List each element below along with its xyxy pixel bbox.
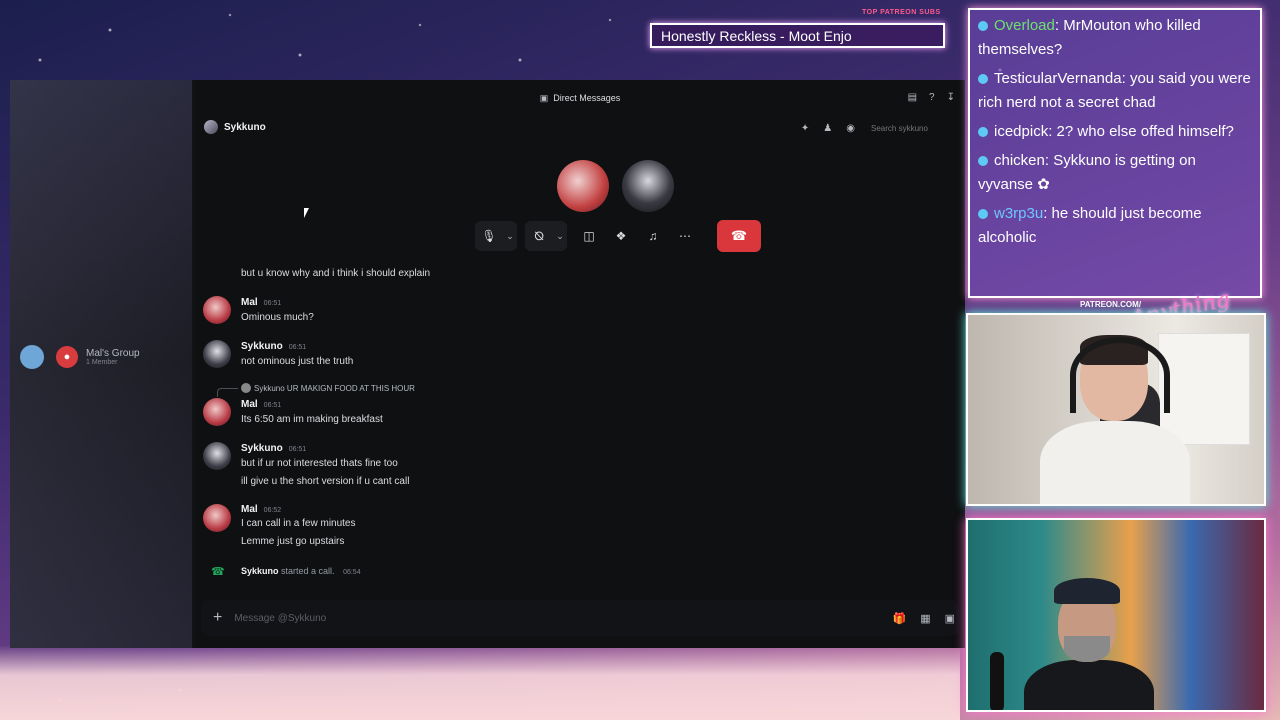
soundboard-icon[interactable]: ♫	[639, 221, 667, 251]
top-patreon-marquee: Honestly Reckless - Moot Enjo	[650, 23, 945, 48]
message-timestamp: 06:52	[263, 507, 282, 514]
call-participant-mal-avatar[interactable]	[557, 160, 609, 212]
sidebar-blurred: ● Mal's Group 1 Member	[10, 80, 192, 648]
avatar	[204, 120, 218, 134]
voice-call-panel: 🎙 ⌄ ⦰ ⌄ ◫ ❖ ♫ ⋯ ☎	[195, 138, 965, 268]
patreon-label: TOP PATREON SUBS	[862, 9, 941, 16]
message-text: Ominous much?	[241, 312, 314, 323]
headphones-icon	[1070, 337, 1170, 413]
avatar[interactable]	[203, 296, 231, 324]
help-icon[interactable]: ?	[929, 92, 935, 103]
hangup-button[interactable]: ☎	[717, 220, 761, 252]
message-text: Its 6:50 am im making breakfast	[241, 414, 383, 425]
search-input[interactable]	[869, 119, 943, 137]
chat-username: w3rp3u	[994, 205, 1044, 222]
chat-badge-icon	[978, 209, 988, 219]
message-author[interactable]: Mal 06:52	[241, 504, 281, 515]
avatar	[241, 383, 251, 393]
chat-badge-icon	[978, 21, 988, 31]
channel-header: Sykkuno ✦ ♟ ◉	[195, 116, 965, 138]
message-text: not ominous just the truth	[241, 356, 354, 367]
window-titlebar: ▣ Direct Messages ▤ ? ↧	[195, 80, 965, 116]
chat-username: TesticularVernanda	[994, 70, 1122, 87]
guest-person	[990, 572, 1154, 710]
message-timestamp: 06:51	[263, 300, 282, 307]
gif-icon[interactable]: ▦	[920, 612, 930, 625]
background-dresser	[1158, 333, 1250, 445]
group-avatar-icon: ●	[56, 346, 78, 368]
activities-icon[interactable]: ❖	[607, 221, 635, 251]
streamer-person	[1040, 335, 1190, 504]
message-composer: + 🎁 ▦ ▣	[201, 600, 959, 636]
profile-icon[interactable]: ◉	[846, 123, 855, 134]
webcam-top	[966, 313, 1266, 506]
group-member-count: 1 Member	[86, 359, 118, 366]
message-author[interactable]: Sykkuno 06:51	[241, 341, 306, 352]
chat-message: Overload: MrMouton who killed themselves…	[978, 17, 1201, 58]
chat-message: TesticularVernanda: you said you were ri…	[978, 70, 1251, 111]
dm-main-panel: ▣ Direct Messages ▤ ? ↧ Sykkuno ✦ ♟ ◉ Se…	[195, 80, 965, 648]
message-list: but u know why and i think i should expl…	[195, 266, 965, 586]
chat-badge-icon	[978, 127, 988, 137]
message-text: ill give u the short version if u cant c…	[241, 476, 410, 487]
message-text: I can call in a few minutes	[241, 518, 356, 529]
message-text: but u know why and i think i should expl…	[241, 268, 431, 279]
chat-username: chicken	[994, 152, 1045, 169]
message-timestamp: 06:51	[288, 344, 307, 351]
chat-message: icedpick: 2? who else offed himself?	[970, 120, 1260, 144]
message-author[interactable]: Mal 06:51	[241, 399, 281, 410]
gift-icon[interactable]: 🎁	[892, 612, 906, 625]
server-avatar	[20, 345, 44, 369]
background-decoration	[0, 645, 960, 720]
group-name: Mal's Group	[86, 348, 140, 359]
inbox-icon[interactable]: ▤	[908, 92, 917, 103]
chat-badge-icon	[978, 156, 988, 166]
sidebar-item-mals-group[interactable]: ● Mal's Group 1 Member	[10, 342, 186, 372]
message-author[interactable]: Mal 06:51	[241, 297, 281, 308]
chat-message: chicken: Sykkuno is getting on vyvanse ✿	[978, 152, 1196, 193]
screen-share-icon[interactable]: ◫	[575, 221, 603, 251]
reply-preview[interactable]: Sykkuno UR MAKIGN FOOD AT THIS HOUR	[241, 383, 415, 393]
emote-icon: ✿	[1037, 176, 1050, 193]
chevron-down-icon[interactable]: ⌄	[503, 221, 517, 251]
hangup-icon: ☎	[730, 228, 748, 243]
sticker-icon[interactable]: ▣	[945, 612, 955, 625]
mic-icon[interactable]: 🎙	[475, 221, 503, 251]
download-icon[interactable]: ↧	[947, 92, 955, 103]
chat-username: icedpick	[994, 123, 1049, 140]
avatar[interactable]	[203, 398, 231, 426]
avatar[interactable]	[203, 442, 231, 470]
avatar[interactable]	[203, 340, 231, 368]
call-controls: 🎙 ⌄ ⦰ ⌄ ◫ ❖ ♫ ⋯ ☎	[475, 220, 761, 252]
chat-message: w3rp3u: he should just become alcoholic	[978, 205, 1202, 246]
message-timestamp: 06:51	[263, 402, 282, 409]
message-text: Lemme just go upstairs	[241, 536, 345, 547]
message-timestamp: 06:51	[288, 446, 307, 453]
microphone-icon	[990, 652, 1004, 710]
add-friend-icon[interactable]: ♟	[823, 123, 832, 134]
pin-icon[interactable]: ✦	[801, 123, 809, 134]
plus-icon[interactable]: +	[213, 609, 222, 627]
message-text: but if ur not interested thats fine too	[241, 458, 398, 469]
chat-username: Overload	[994, 17, 1055, 34]
webcam-bottom	[966, 518, 1266, 712]
discord-logo-icon: ▣	[539, 92, 549, 103]
chevron-down-icon[interactable]: ⌄	[553, 221, 567, 251]
phone-icon: ☎	[211, 566, 225, 578]
message-author[interactable]: Sykkuno 06:51	[241, 443, 306, 454]
system-message: Sykkuno started a call. 06:54	[241, 566, 361, 576]
stream-chat-panel: Overload: MrMouton who killed themselves…	[968, 8, 1262, 298]
mouse-cursor	[304, 208, 309, 218]
window-title: Direct Messages	[553, 93, 621, 103]
avatar[interactable]	[203, 504, 231, 532]
call-participant-sykkuno-avatar[interactable]	[622, 160, 674, 212]
more-icon[interactable]: ⋯	[671, 221, 699, 251]
channel-name[interactable]: Sykkuno	[224, 122, 266, 133]
discord-window: ● Mal's Group 1 Member ▣ Direct Messages…	[10, 80, 965, 648]
chat-badge-icon	[978, 74, 988, 84]
camera-off-icon[interactable]: ⦰	[525, 221, 553, 251]
message-input[interactable]	[232, 611, 893, 625]
